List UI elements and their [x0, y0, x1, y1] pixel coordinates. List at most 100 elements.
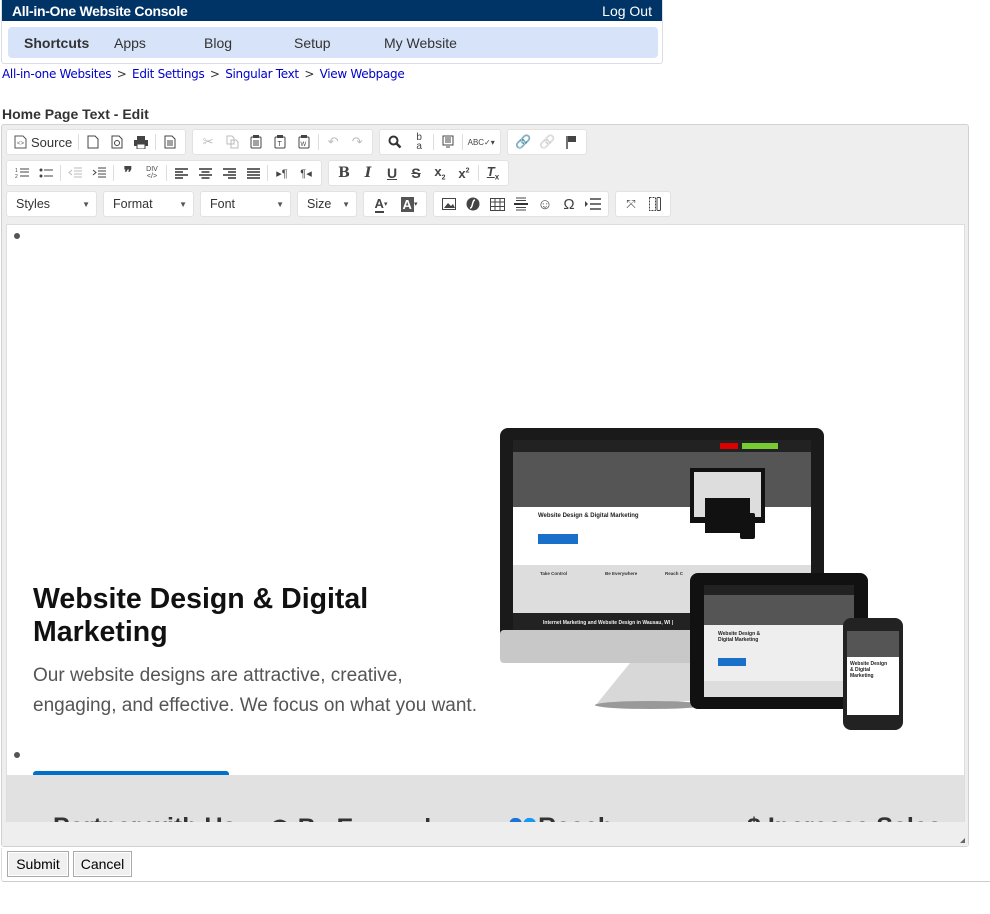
nav-setup[interactable]: Setup: [294, 35, 384, 51]
strike-button[interactable]: S: [404, 162, 428, 184]
chevron-down-icon: ▼: [276, 199, 284, 209]
paste-button[interactable]: [244, 131, 268, 153]
console-header: All-in-One Website Console Log Out Short…: [1, 0, 663, 64]
svg-text:2: 2: [15, 174, 18, 179]
copy-button[interactable]: [220, 131, 244, 153]
breadcrumb-singular-text[interactable]: Singular Text: [225, 67, 299, 81]
mock-footer: Internet Marketing and Website Design in…: [543, 620, 674, 626]
page-break-button[interactable]: [581, 193, 605, 215]
toolbar-separator: [478, 165, 479, 181]
div-button[interactable]: DIV </>: [140, 162, 164, 184]
paste-word-icon: W: [298, 135, 310, 149]
undo-button[interactable]: ↶: [321, 131, 345, 153]
subscript-button[interactable]: x2: [428, 162, 452, 184]
nav-shortcuts[interactable]: Shortcuts: [24, 35, 114, 51]
numbered-list-button[interactable]: 12: [10, 162, 34, 184]
paste-word-button[interactable]: W: [292, 131, 316, 153]
indent-button[interactable]: [87, 162, 111, 184]
app-title: All-in-One Website Console: [12, 2, 188, 19]
format-dropdown[interactable]: Format ▼: [103, 191, 194, 217]
form-actions: Submit Cancel: [1, 848, 990, 882]
cancel-button[interactable]: Cancel: [73, 851, 132, 877]
print-button[interactable]: [129, 131, 153, 153]
mock-col-2: Be Everywhere: [605, 571, 638, 576]
cut-button[interactable]: ✂: [196, 131, 220, 153]
numbered-list-icon: 12: [15, 168, 29, 179]
toolbar-group-insert: ☺ Ω: [433, 191, 609, 217]
smiley-button[interactable]: ☺: [533, 193, 557, 215]
image-button[interactable]: [437, 193, 461, 215]
bg-color-button[interactable]: A ▾: [395, 193, 423, 215]
toolbar-separator: [78, 134, 80, 150]
page-break-icon: [585, 198, 601, 210]
format-label: Format: [113, 197, 153, 211]
spellcheck-button[interactable]: ABC✓▾: [465, 131, 497, 153]
svg-text:Marketing: Marketing: [850, 673, 874, 679]
logout-link[interactable]: Log Out: [602, 3, 652, 19]
redo-button[interactable]: ↷: [345, 131, 369, 153]
breadcrumb-edit-settings[interactable]: Edit Settings: [132, 67, 205, 81]
align-right-button[interactable]: [217, 162, 241, 184]
bulleted-list-button[interactable]: [34, 162, 58, 184]
preview-button[interactable]: [105, 131, 129, 153]
remove-format-icon: Tx: [486, 164, 500, 182]
templates-button[interactable]: [158, 131, 182, 153]
remove-format-button[interactable]: Tx: [481, 162, 505, 184]
responsive-devices-image: Website Design & Digital Marketing Take …: [500, 428, 903, 730]
breadcrumb: All-in-one Websites > Edit Settings > Si…: [2, 67, 405, 81]
text-color-button[interactable]: A ▾: [367, 193, 395, 215]
mock-col-1: Take Control: [540, 571, 567, 576]
text-color-icon: A: [374, 195, 384, 213]
bold-button[interactable]: B: [332, 162, 356, 184]
hero-title: Website Design & Digital Marketing: [33, 583, 369, 648]
paste-text-button[interactable]: T: [268, 131, 292, 153]
anchor-button[interactable]: [559, 131, 583, 153]
paste-text-icon: T: [274, 135, 286, 149]
styles-dropdown[interactable]: Styles ▼: [6, 191, 97, 217]
unlink-button[interactable]: 🔗: [535, 131, 559, 153]
size-label: Size: [307, 197, 332, 211]
align-left-button[interactable]: [169, 162, 193, 184]
nav-my-website[interactable]: My Website: [384, 35, 457, 51]
ltr-button[interactable]: ▸¶: [270, 162, 294, 184]
horizontal-rule-button[interactable]: [509, 193, 533, 215]
maximize-button[interactable]: ⤧: [619, 193, 643, 215]
print-icon: [134, 135, 149, 149]
bold-icon: B: [338, 165, 350, 181]
find-button[interactable]: [383, 131, 407, 153]
breadcrumb-view-webpage[interactable]: View Webpage: [320, 67, 405, 81]
toolbar-row-2: 12 ❞ DIV </> ▸¶ ¶◂ B I U S x2 x2 Tx: [6, 160, 509, 186]
editor-content-area[interactable]: Website Design & Digital Marketing Take …: [6, 224, 965, 824]
blockquote-button[interactable]: ❞: [116, 162, 140, 184]
replace-button[interactable]: ba: [407, 131, 431, 153]
source-button[interactable]: <> Source: [10, 135, 76, 150]
nav-blog[interactable]: Blog: [204, 35, 294, 51]
flash-button[interactable]: [461, 193, 485, 215]
align-center-button[interactable]: [193, 162, 217, 184]
nav-apps[interactable]: Apps: [114, 35, 204, 51]
breadcrumb-all-in-one-websites[interactable]: All-in-one Websites: [2, 67, 112, 81]
outdent-button[interactable]: [63, 162, 87, 184]
rtl-button[interactable]: ¶◂: [294, 162, 318, 184]
copy-icon: [226, 135, 239, 149]
font-dropdown[interactable]: Font ▼: [200, 191, 291, 217]
mock-title: Website Design & Digital Marketing: [538, 513, 639, 519]
justify-icon: [246, 167, 260, 179]
submit-button[interactable]: Submit: [7, 851, 69, 877]
superscript-button[interactable]: x2: [452, 162, 476, 184]
select-all-button[interactable]: [436, 131, 460, 153]
editor-status-bar: [2, 822, 968, 846]
show-blocks-button[interactable]: [643, 193, 667, 215]
special-char-button[interactable]: Ω: [557, 193, 581, 215]
link-icon: 🔗: [515, 134, 532, 149]
size-dropdown[interactable]: Size ▼: [297, 191, 357, 217]
table-button[interactable]: [485, 193, 509, 215]
toolbar-group-basicstyles: B I U S x2 x2 Tx: [328, 160, 509, 186]
italic-button[interactable]: I: [356, 162, 380, 184]
underline-button[interactable]: U: [380, 162, 404, 184]
new-page-button[interactable]: [81, 131, 105, 153]
link-button[interactable]: 🔗: [511, 131, 535, 153]
resize-handle[interactable]: [960, 838, 965, 843]
justify-button[interactable]: [241, 162, 265, 184]
blockquote-icon: ❞: [123, 165, 133, 182]
